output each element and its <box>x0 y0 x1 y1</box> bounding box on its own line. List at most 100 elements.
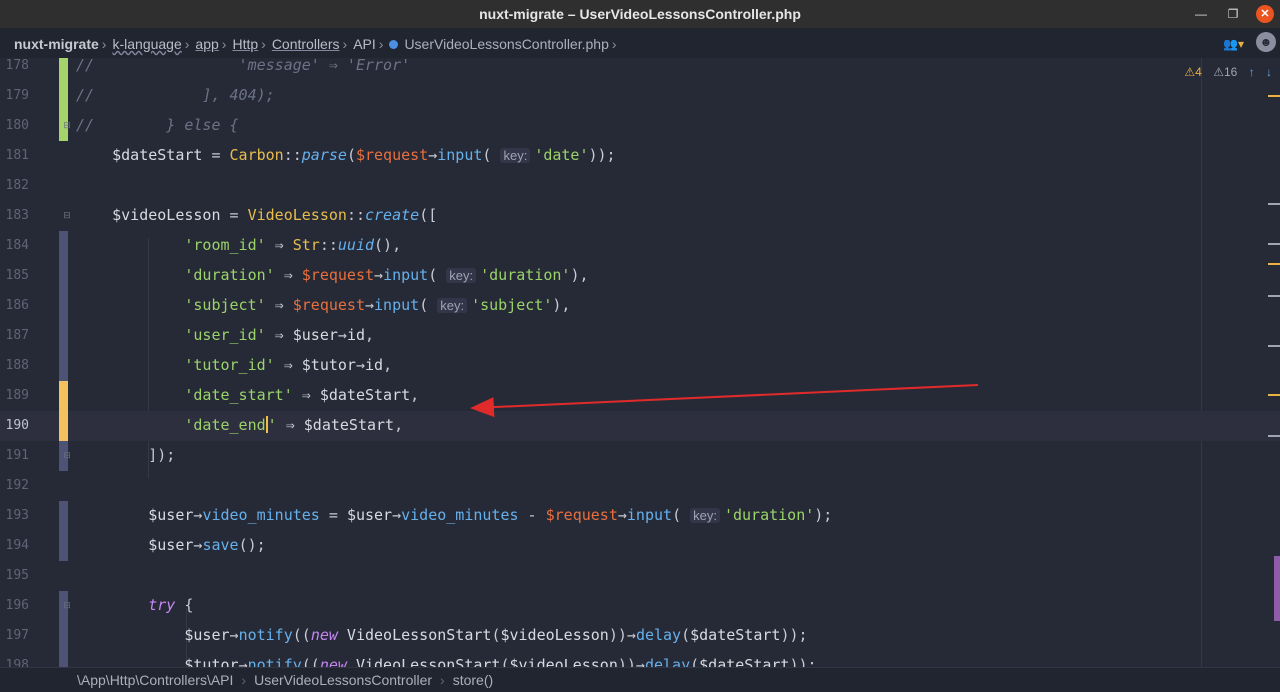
code-text[interactable]: 'date_end ' ⇒ $dateStart, <box>76 416 403 434</box>
line-number[interactable]: 178 <box>0 58 29 73</box>
breadcrumb-item[interactable]: Http <box>232 36 258 52</box>
vcs-change-marker[interactable] <box>59 231 68 261</box>
code-line[interactable]: 178 // 'message' ⇒ 'Error' <box>0 58 1280 81</box>
breadcrumb-item[interactable]: app <box>195 36 218 52</box>
minimize-button[interactable]: — <box>1192 5 1210 23</box>
breadcrumb-item[interactable]: Controllers <box>272 36 340 52</box>
structure-item[interactable]: UserVideoLessonsController <box>254 672 432 688</box>
code-text[interactable]: 'duration' ⇒ $request→input( key:'durati… <box>76 266 588 284</box>
code-text[interactable]: $tutor→notify((new VideoLessonStart($vid… <box>76 656 816 667</box>
code-line[interactable]: 183 ⊟ $videoLesson = VideoLesson::create(… <box>0 201 1280 231</box>
error-stripe-mark[interactable] <box>1268 435 1280 437</box>
code-line[interactable]: 187 'user_id' ⇒ $user→id, <box>0 321 1280 351</box>
line-number[interactable]: 188 <box>0 358 29 373</box>
code-text[interactable]: $user→notify((new VideoLessonStart ($vide… <box>76 626 807 644</box>
error-stripe-mark[interactable] <box>1268 394 1280 396</box>
code-line[interactable]: 184 'room_id' ⇒ Str::uuid(), <box>0 231 1280 261</box>
line-number[interactable]: 180 <box>0 118 29 133</box>
users-icon[interactable]: 👥▾ <box>1223 37 1244 51</box>
breadcrumb-item[interactable]: k-language <box>112 36 181 52</box>
code-line[interactable]: 194 $user→save(); <box>0 531 1280 561</box>
code-line[interactable]: 195 <box>0 561 1280 591</box>
line-number[interactable]: 192 <box>0 478 29 493</box>
code-line[interactable]: 190 'date_end ' ⇒ $dateStart, <box>0 411 1280 441</box>
code-text[interactable]: $videoLesson = VideoLesson::create([ <box>76 206 437 224</box>
line-number[interactable]: 181 <box>0 148 29 163</box>
vcs-change-marker[interactable] <box>59 351 68 381</box>
line-number[interactable]: 190 <box>0 418 29 433</box>
vcs-change-marker[interactable] <box>59 501 68 531</box>
vcs-change-marker[interactable] <box>59 381 68 411</box>
code-line[interactable]: 196 ⊟ try { <box>0 591 1280 621</box>
code-text[interactable]: $user→save(); <box>76 536 265 554</box>
code-line[interactable]: 180 ⊟ // } else { <box>0 111 1280 141</box>
breadcrumb-item[interactable]: UserVideoLessonsController.php <box>389 36 609 52</box>
error-stripe-mark[interactable] <box>1268 95 1280 97</box>
code-line[interactable]: 197 $user→notify((new VideoLessonStart($… <box>0 621 1280 651</box>
code-text[interactable]: $user→video_minutes = $user→video_minute… <box>76 506 832 524</box>
error-stripe-mark[interactable] <box>1268 345 1280 347</box>
vcs-change-marker[interactable] <box>59 291 68 321</box>
vcs-change-marker[interactable] <box>59 411 68 441</box>
line-number[interactable]: 185 <box>0 268 29 283</box>
inspection-widget[interactable]: ⚠4 ⚠16 ↑ ↓ <box>1184 65 1272 79</box>
fold-icon[interactable]: ⊟ <box>62 120 72 130</box>
arrow-up-icon[interactable]: ↑ <box>1249 65 1255 79</box>
error-stripe-mark[interactable] <box>1268 203 1280 205</box>
code-text[interactable]: 'date_start' ⇒ $dateStart, <box>76 386 419 404</box>
code-line[interactable]: 185 'duration' ⇒ $request→input( key:'du… <box>0 261 1280 291</box>
vcs-change-marker[interactable] <box>59 621 68 651</box>
line-number[interactable]: 184 <box>0 238 29 253</box>
close-button[interactable]: ✕ <box>1256 5 1274 23</box>
line-number[interactable]: 197 <box>0 628 29 643</box>
arrow-down-icon[interactable]: ↓ <box>1266 65 1272 79</box>
code-text[interactable]: 'tutor_id' ⇒ $tutor→id, <box>76 356 392 374</box>
code-line[interactable]: 179 // ], 404); <box>0 81 1280 111</box>
code-line[interactable]: 189 'date_start' ⇒ $dateStart, <box>0 381 1280 411</box>
line-number[interactable]: 198 <box>0 658 29 667</box>
error-stripe-mark[interactable] <box>1268 295 1280 297</box>
code-text[interactable]: 'subject' ⇒ $request→input( key:'subject… <box>76 296 570 314</box>
error-stripe-mark[interactable] <box>1268 263 1280 265</box>
vcs-change-marker[interactable] <box>59 81 68 111</box>
vcs-change-marker[interactable] <box>59 58 68 81</box>
code-line[interactable]: 181 $dateStart = Carbon::parse($request→… <box>0 141 1280 171</box>
line-number[interactable]: 186 <box>0 298 29 313</box>
code-line[interactable]: 186 'subject' ⇒ $request→input( key:'sub… <box>0 291 1280 321</box>
structure-item[interactable]: \App\Http\Controllers\API <box>77 672 233 688</box>
line-number[interactable]: 196 <box>0 598 29 613</box>
breadcrumb-item[interactable]: nuxt-migrate <box>14 36 99 52</box>
avatar[interactable]: ☻ <box>1256 32 1276 52</box>
code-line[interactable]: 193 $user→video_minutes = $user→video_mi… <box>0 501 1280 531</box>
fold-icon[interactable]: ⊟ <box>62 450 72 460</box>
code-text[interactable]: // ], 404); <box>76 86 275 104</box>
code-line[interactable]: 192 <box>0 471 1280 501</box>
vcs-change-marker[interactable] <box>59 321 68 351</box>
line-number[interactable]: 189 <box>0 388 29 403</box>
fold-icon[interactable]: ⊟ <box>62 600 72 610</box>
line-number[interactable]: 183 <box>0 208 29 223</box>
code-text[interactable]: // 'message' ⇒ 'Error' <box>76 58 410 74</box>
line-number[interactable]: 193 <box>0 508 29 523</box>
code-text[interactable]: try { <box>76 596 193 614</box>
vcs-change-marker[interactable] <box>59 651 68 667</box>
scroll-thumb[interactable] <box>1274 556 1280 621</box>
line-number[interactable]: 187 <box>0 328 29 343</box>
line-number[interactable]: 179 <box>0 88 29 103</box>
code-line[interactable]: 188 'tutor_id' ⇒ $tutor→id, <box>0 351 1280 381</box>
line-number[interactable]: 191 <box>0 448 29 463</box>
vcs-change-marker[interactable] <box>59 261 68 291</box>
code-text[interactable]: 'user_id' ⇒ $user→id, <box>76 326 374 344</box>
code-line[interactable]: 191 ⊟ ]); <box>0 441 1280 471</box>
code-text[interactable]: ]); <box>76 446 175 464</box>
code-text[interactable]: // } else { <box>76 116 239 134</box>
structure-item[interactable]: store() <box>453 672 493 688</box>
maximize-button[interactable]: ❐ <box>1224 5 1242 23</box>
line-number[interactable]: 182 <box>0 178 29 193</box>
code-line[interactable]: 182 <box>0 171 1280 201</box>
code-editor[interactable]: 178// 'message' ⇒ 'Error' 179// ], 404); 1… <box>0 58 1280 667</box>
breadcrumb-item[interactable]: API <box>353 36 376 52</box>
vcs-change-marker[interactable] <box>59 531 68 561</box>
line-number[interactable]: 195 <box>0 568 29 583</box>
error-stripe-mark[interactable] <box>1268 243 1280 245</box>
